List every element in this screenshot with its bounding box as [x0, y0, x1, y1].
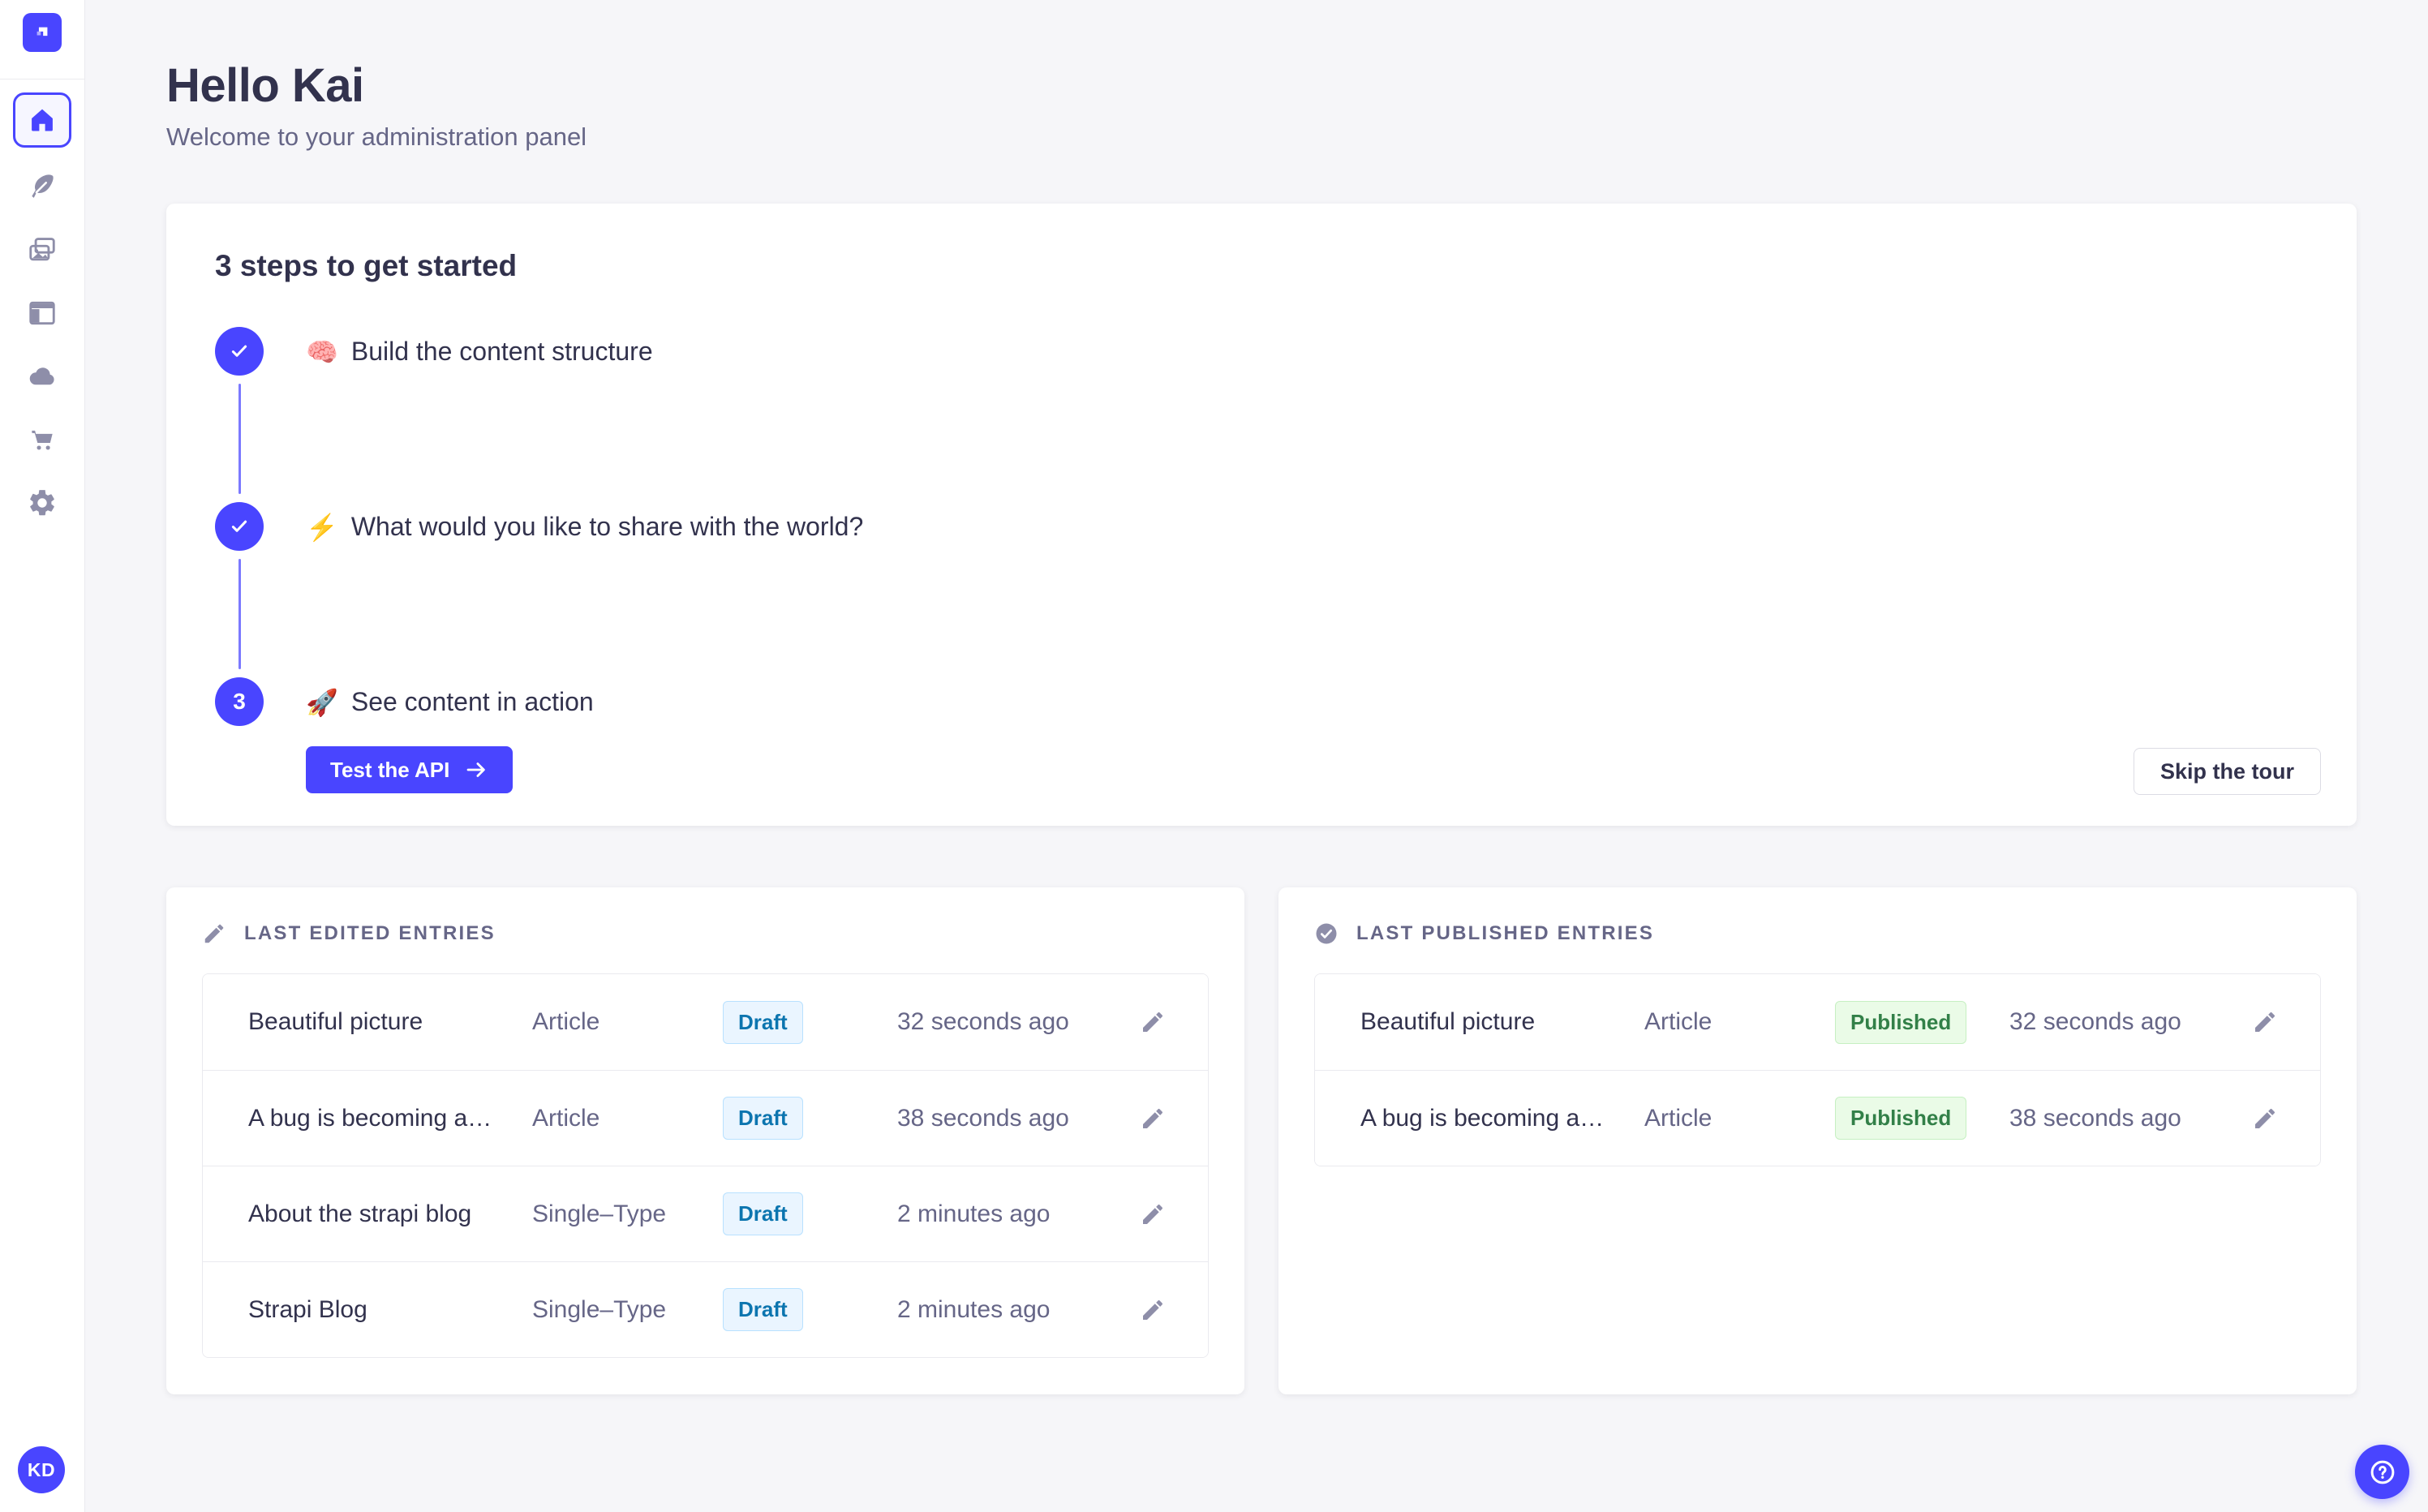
- edit-entry-button[interactable]: [1137, 1198, 1169, 1231]
- pencil-icon: [1143, 1204, 1162, 1224]
- rocket-emoji-icon: 🚀: [306, 687, 338, 717]
- last-edited-header: LAST EDITED ENTRIES: [202, 921, 1209, 946]
- home-icon: [32, 109, 53, 131]
- brain-emoji-icon: 🧠: [306, 337, 338, 367]
- entry-title: A bug is becoming a…: [1360, 1104, 1605, 1132]
- pencil-icon: [2255, 1108, 2275, 1128]
- onboarding-step-2: ⚡ What would you like to share with the …: [215, 502, 2308, 677]
- step-2-check-circle: [215, 502, 264, 551]
- edit-entry-button[interactable]: [1137, 1294, 1169, 1326]
- check-icon: [231, 345, 247, 357]
- last-edited-table: Beautiful picture Article Draft 32 secon…: [202, 973, 1209, 1358]
- step-2-label: What would you like to share with the wo…: [350, 512, 864, 541]
- entry-type: Article: [532, 1104, 600, 1132]
- sidebar-item-content-type-builder[interactable]: [25, 296, 59, 330]
- table-row[interactable]: A bug is becoming a… Article Draft 38 se…: [203, 1070, 1208, 1166]
- status-badge: Draft: [723, 1192, 803, 1235]
- entry-time: 2 minutes ago: [897, 1200, 1051, 1227]
- pencil-icon: [1143, 1108, 1162, 1128]
- test-api-button[interactable]: Test the API: [306, 746, 514, 793]
- lightning-emoji-icon: ⚡: [306, 512, 338, 542]
- step-3-number-circle: 3: [215, 677, 264, 726]
- pencil-icon: [1143, 1012, 1162, 1032]
- entry-type: Article: [532, 1008, 600, 1035]
- sidebar-item-home[interactable]: [13, 92, 71, 148]
- entry-type: Single–Type: [532, 1295, 667, 1323]
- entry-title: Beautiful picture: [248, 1008, 423, 1035]
- status-badge: Published: [1835, 1097, 1967, 1140]
- last-edited-title: LAST EDITED ENTRIES: [244, 922, 496, 944]
- entry-time: 38 seconds ago: [2009, 1104, 2181, 1132]
- check-circle-icon: [1316, 923, 1337, 944]
- pencil-icon: [1143, 1299, 1162, 1320]
- table-row[interactable]: Strapi Blog Single–Type Draft 2 minutes …: [203, 1261, 1208, 1357]
- step-connector: [238, 559, 241, 669]
- strapi-logo-icon: [37, 27, 48, 37]
- question-mark-icon: [2370, 1460, 2394, 1484]
- onboarding-step-1: 🧠 Build the content structure: [215, 327, 2308, 502]
- status-badge: Draft: [723, 1097, 803, 1140]
- table-row[interactable]: A bug is becoming a… Article Published 3…: [1315, 1070, 2320, 1166]
- onboarding-card: 3 steps to get started 🧠 Build the conte…: [166, 204, 2357, 826]
- entry-title: Strapi Blog: [248, 1295, 367, 1323]
- step-1-label: Build the content structure: [350, 337, 653, 366]
- status-badge: Draft: [723, 1288, 803, 1331]
- entries-section: LAST EDITED ENTRIES Beautiful picture Ar…: [166, 887, 2357, 1394]
- entry-title: About the strapi blog: [248, 1200, 472, 1227]
- status-badge: Draft: [723, 1000, 803, 1044]
- page-title: Hello Kai: [166, 59, 364, 112]
- last-published-card: LAST PUBLISHED ENTRIES Beautiful picture…: [1278, 887, 2357, 1394]
- pencil-icon: [204, 924, 224, 943]
- avatar[interactable]: KD: [18, 1446, 65, 1493]
- entry-type: Single–Type: [532, 1200, 667, 1227]
- step-3-label: See content in action: [350, 687, 594, 716]
- entry-type: Article: [1644, 1104, 1712, 1132]
- edit-entry-button[interactable]: [2249, 1006, 2281, 1038]
- onboarding-title: 3 steps to get started: [215, 249, 518, 282]
- skip-tour-button[interactable]: Skip the tour: [2133, 748, 2321, 795]
- edit-entry-button[interactable]: [1137, 1006, 1169, 1038]
- entry-type: Article: [1644, 1008, 1712, 1035]
- entry-time: 38 seconds ago: [897, 1104, 1069, 1132]
- onboarding-step-3: 3 🚀 See content in action Test the API: [215, 677, 2308, 793]
- table-row[interactable]: About the strapi blog Single–Type Draft …: [203, 1166, 1208, 1261]
- sidebar-item-settings[interactable]: [25, 486, 59, 520]
- sidebar-item-content-manager[interactable]: [25, 170, 59, 204]
- help-button[interactable]: [2355, 1445, 2409, 1499]
- feather-icon: [32, 174, 54, 198]
- cart-icon: [32, 430, 53, 450]
- entry-title: A bug is becoming a…: [248, 1104, 492, 1132]
- test-api-label: Test the API: [330, 757, 450, 782]
- entry-time: 32 seconds ago: [2009, 1008, 2181, 1035]
- page-header: Hello Kai Welcome to your administration…: [166, 0, 2357, 152]
- last-published-table: Beautiful picture Article Published 32 s…: [1314, 973, 2321, 1166]
- pencil-icon: [2255, 1012, 2275, 1032]
- cloud-icon: [29, 367, 54, 385]
- edit-entry-button[interactable]: [2249, 1102, 2281, 1135]
- table-row[interactable]: Beautiful picture Article Published 32 s…: [1315, 974, 2320, 1070]
- last-edited-card: LAST EDITED ENTRIES Beautiful picture Ar…: [166, 887, 1244, 1394]
- sidebar-item-media-library[interactable]: [25, 233, 59, 267]
- step-connector: [238, 384, 241, 494]
- media-pictures-icon: [29, 238, 55, 261]
- last-published-title: LAST PUBLISHED ENTRIES: [1356, 922, 1655, 944]
- arrow-right-icon: [466, 762, 486, 777]
- sidebar-item-marketplace[interactable]: [25, 423, 59, 457]
- page-subtitle: Welcome to your administration panel: [166, 122, 587, 151]
- entry-time: 2 minutes ago: [897, 1295, 1051, 1323]
- sidebar: KD: [0, 0, 85, 1512]
- step-1-check-circle: [215, 327, 264, 376]
- gear-icon: [30, 490, 54, 516]
- status-badge: Published: [1835, 1000, 1967, 1044]
- entry-title: Beautiful picture: [1360, 1008, 1536, 1035]
- edit-entry-button[interactable]: [1137, 1102, 1169, 1135]
- layout-icon: [29, 301, 55, 325]
- strapi-logo[interactable]: [23, 13, 62, 52]
- main-content: Hello Kai Welcome to your administration…: [85, 0, 2428, 1394]
- sidebar-item-cloud[interactable]: [25, 359, 59, 393]
- check-icon: [231, 520, 247, 532]
- last-published-header: LAST PUBLISHED ENTRIES: [1314, 921, 2321, 946]
- entry-time: 32 seconds ago: [897, 1008, 1069, 1035]
- table-row[interactable]: Beautiful picture Article Draft 32 secon…: [203, 974, 1208, 1070]
